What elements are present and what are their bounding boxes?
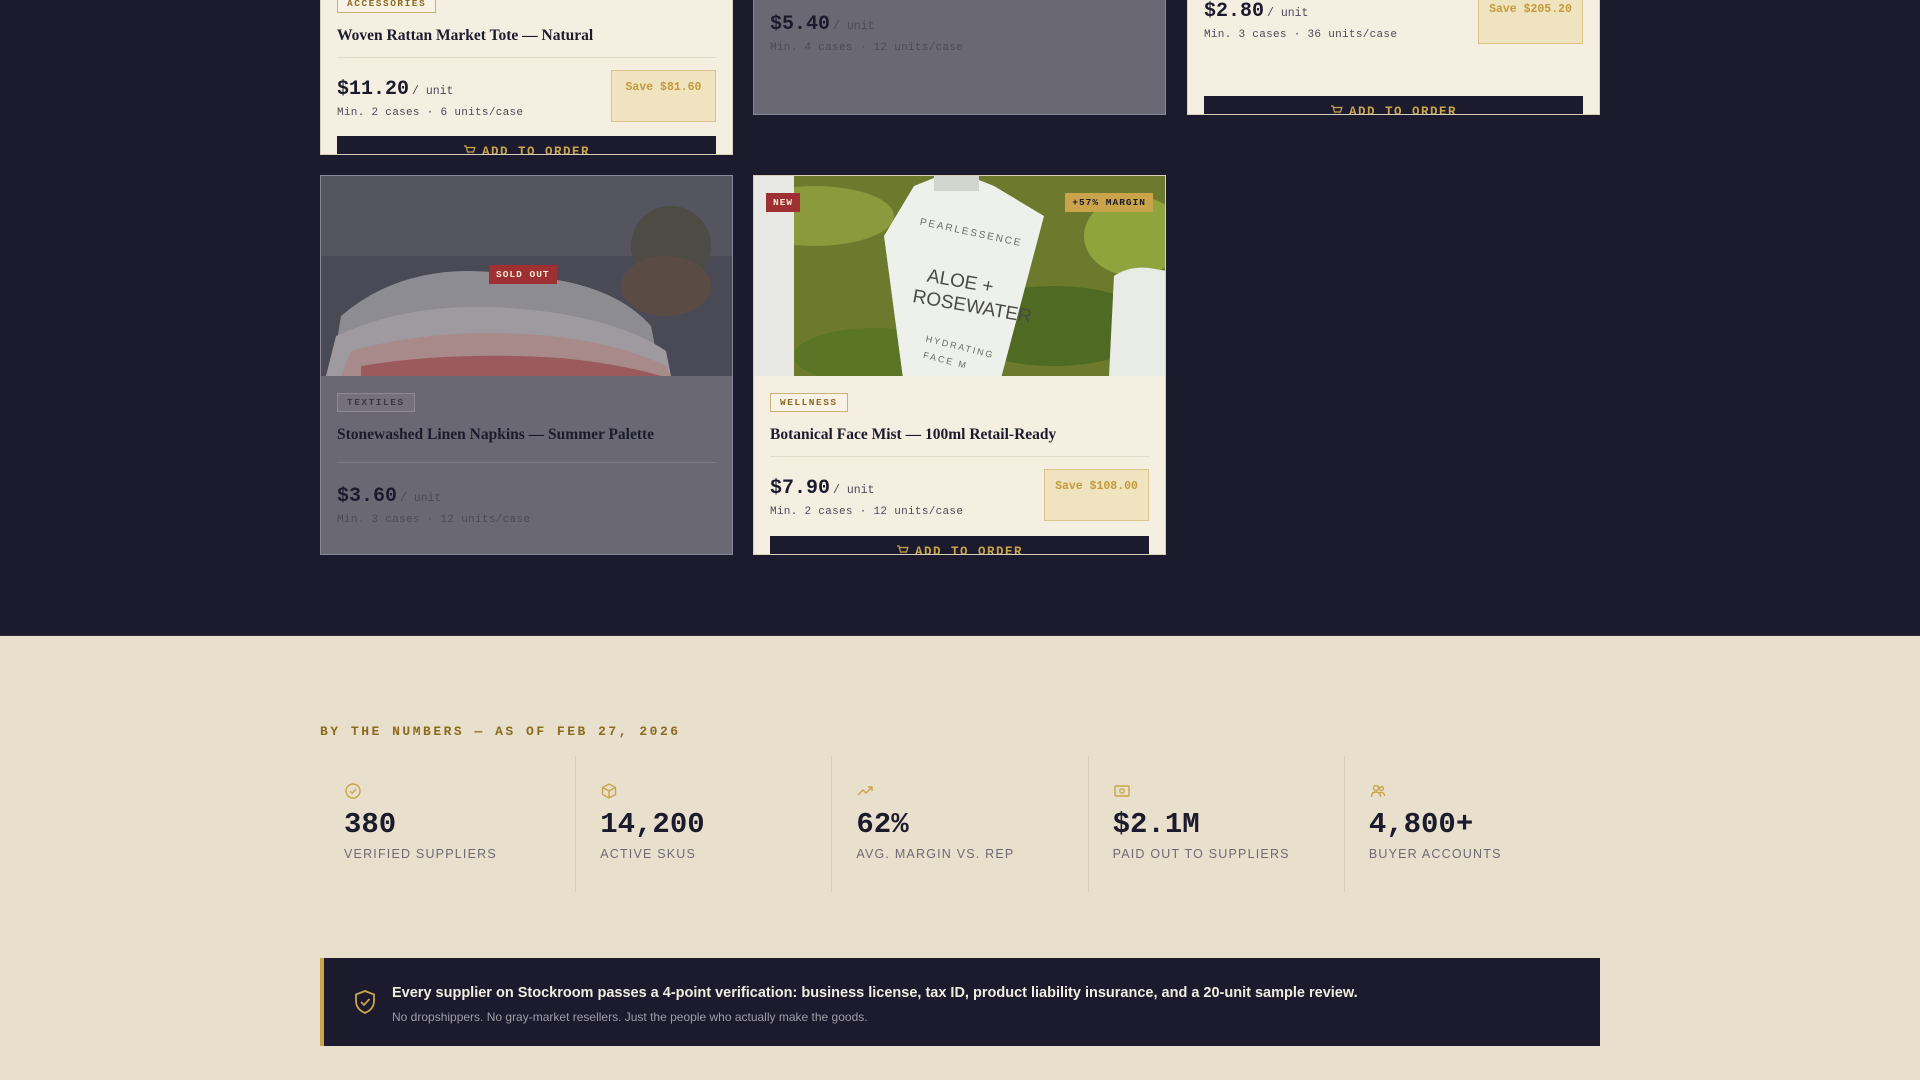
- cash-icon: [1113, 785, 1130, 797]
- product-grid: ACCESSORIES Woven Rattan Market Tote — N…: [0, 0, 1920, 635]
- unit-price: $2.80: [1204, 0, 1265, 23]
- price-unit: / unit: [1267, 7, 1309, 20]
- product-card[interactable]: $2.80/ unit Min. 3 cases · 36 units/case…: [1187, 0, 1600, 115]
- margin-badge: +57% MARGIN: [1065, 193, 1153, 212]
- trending-up-icon: [857, 786, 874, 796]
- add-to-order-button[interactable]: ADD TO ORDER: [770, 536, 1149, 555]
- stats-row: 380 VERIFIED SUPPLIERS 14,200 ACTIVE SKU…: [320, 756, 1600, 892]
- price-unit: / unit: [833, 484, 875, 497]
- new-badge: NEW: [766, 193, 801, 212]
- notice-subtext: No dropshippers. No gray-market reseller…: [392, 1010, 868, 1024]
- cart-icon: [896, 545, 909, 554]
- unit-price: $11.20: [337, 78, 410, 101]
- stat-buyers: 4,800+ BUYER ACCOUNTS: [1345, 756, 1600, 892]
- unit-price: $5.40: [770, 13, 831, 36]
- product-image[interactable]: SOLD OUT: [321, 176, 732, 376]
- price-unit: / unit: [412, 85, 454, 98]
- stat-label: VERIFIED SUPPLIERS: [344, 847, 497, 861]
- category-tag: WELLNESS: [770, 393, 848, 412]
- stat-value: 62%: [856, 808, 909, 841]
- stat-label: AVG. MARGIN VS. REP: [856, 847, 1015, 861]
- min-order: Min. 3 cases · 12 units/case: [337, 514, 531, 526]
- add-to-order-label: ADD TO ORDER: [1348, 105, 1457, 115]
- stats-eyebrow: BY THE NUMBERS — AS OF FEB 27, 2026: [320, 724, 681, 739]
- check-circle-icon: [345, 783, 361, 799]
- users-icon: [1370, 784, 1386, 798]
- product-card[interactable]: SOLD OUT TEXTILES Stonewashed Linen Napk…: [320, 175, 733, 555]
- add-to-order-label: ADD TO ORDER: [914, 545, 1023, 555]
- savings-badge: Save $108.00: [1044, 469, 1149, 521]
- product-image[interactable]: PEARLESSENCE ALOE + ROSEWATER HYDRATING …: [754, 176, 1165, 376]
- product-title[interactable]: Woven Rattan Market Tote — Natural: [337, 27, 716, 58]
- add-to-order-label: ADD TO ORDER: [481, 145, 590, 155]
- shield-check-icon: [355, 990, 375, 1014]
- add-to-order-button[interactable]: ADD TO ORDER: [337, 136, 716, 155]
- product-card[interactable]: ACCESSORIES Woven Rattan Market Tote — N…: [320, 0, 733, 155]
- notice-headline: Every supplier on Stockroom passes a 4-p…: [392, 985, 1358, 1001]
- price-unit: / unit: [833, 20, 875, 33]
- sold-out-badge: SOLD OUT: [489, 265, 557, 284]
- savings-badge: Save $81.60: [611, 70, 716, 122]
- category-tag: ACCESSORIES: [337, 0, 437, 13]
- stat-value: $2.1M: [1112, 808, 1200, 841]
- stat-label: PAID OUT TO SUPPLIERS: [1112, 847, 1290, 861]
- unit-price: $3.60: [337, 485, 398, 508]
- stat-skus: 14,200 ACTIVE SKUS: [576, 756, 833, 892]
- product-card[interactable]: PEARLESSENCE ALOE + ROSEWATER HYDRATING …: [753, 175, 1166, 555]
- stat-value: 14,200: [600, 808, 705, 841]
- add-to-order-button[interactable]: ADD TO ORDER: [1204, 96, 1583, 115]
- stats-section: BY THE NUMBERS — AS OF FEB 27, 2026 380 …: [0, 635, 1920, 1080]
- stat-label: BUYER ACCOUNTS: [1368, 847, 1502, 861]
- stat-suppliers: 380 VERIFIED SUPPLIERS: [320, 756, 577, 892]
- product-title[interactable]: Stonewashed Linen Napkins — Summer Palet…: [337, 426, 716, 463]
- price-block: $2.80/ unit Min. 3 cases · 36 units/case…: [1204, 0, 1583, 54]
- verification-notice: Every supplier on Stockroom passes a 4-p…: [320, 958, 1600, 1046]
- box-icon: [602, 783, 617, 799]
- cart-icon: [1330, 105, 1343, 114]
- stat-paid-out: $2.1M PAID OUT TO SUPPLIERS: [1089, 756, 1345, 892]
- price-block: $11.20/ unit Min. 2 cases · 6 units/case…: [337, 70, 716, 132]
- price-block: $3.60/ unit Min. 3 cases · 12 units/case: [337, 477, 716, 539]
- price-block: $7.90/ unit Min. 2 cases · 12 units/case…: [770, 469, 1149, 531]
- stat-margin: 62% AVG. MARGIN VS. REP: [832, 756, 1089, 892]
- cart-icon: [463, 145, 476, 154]
- savings-badge: Save $205.20: [1478, 0, 1583, 44]
- category-tag: TEXTILES: [337, 393, 415, 412]
- stat-value: 380: [344, 808, 397, 841]
- price-unit: / unit: [400, 492, 442, 505]
- min-order: Min. 4 cases · 12 units/case: [770, 42, 964, 54]
- unit-price: $7.90: [770, 477, 831, 500]
- product-title[interactable]: Botanical Face Mist — 100ml Retail-Ready: [770, 426, 1149, 457]
- stat-label: ACTIVE SKUS: [600, 847, 697, 861]
- product-card[interactable]: $5.40/ unit Min. 4 cases · 12 units/case: [753, 0, 1166, 115]
- stat-value: 4,800+: [1368, 808, 1474, 841]
